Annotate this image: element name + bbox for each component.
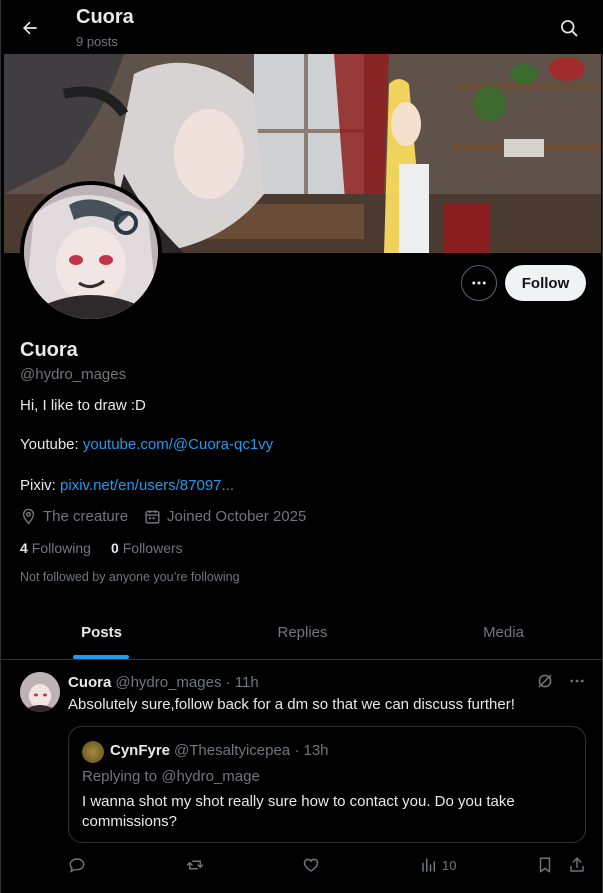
joined-text: Joined October 2025	[167, 508, 307, 525]
tab-replies[interactable]: Replies	[202, 604, 403, 660]
like-icon	[303, 858, 319, 872]
followers-count: 0	[110, 540, 119, 556]
share-icon	[570, 857, 584, 872]
quote-author-name: CynFyre	[110, 742, 171, 759]
profile-header: Cuora 9 posts	[1, 0, 603, 54]
header-post-count: 9 posts	[76, 34, 118, 49]
profile-location: The creature	[20, 508, 128, 525]
search-button[interactable]	[552, 11, 586, 45]
share-button[interactable]	[568, 856, 586, 874]
calendar-icon	[145, 510, 160, 524]
post-avatar-artwork	[20, 672, 60, 712]
profile-name: Cuora	[20, 339, 78, 361]
youtube-label: Youtube:	[20, 436, 79, 453]
search-icon	[561, 20, 578, 37]
post-header: Cuora @hydro_mages · 11h	[68, 674, 259, 691]
bookmark-icon	[539, 857, 551, 873]
reply-icon	[69, 858, 85, 873]
bookmark-button[interactable]	[536, 856, 554, 874]
grok-icon[interactable]	[536, 672, 554, 690]
quote-avatar	[82, 741, 104, 763]
not-followed-note: Not followed by anyone you’re following	[20, 570, 240, 584]
avatar-image	[24, 185, 158, 319]
back-arrow-icon	[23, 21, 37, 35]
post-item[interactable]: Cuora @hydro_mages · 11h Absolutely sure…	[1, 660, 603, 893]
post-actions: 10	[68, 856, 588, 878]
quote-replying-to: Replying to @hydro_mage	[82, 768, 260, 785]
post-avatar[interactable]	[20, 672, 60, 712]
active-tab-indicator	[73, 655, 129, 659]
post-handle-time: @hydro_mages · 11h	[115, 674, 259, 691]
profile-bio: Hi, I like to draw :D	[20, 397, 146, 414]
profile-joined: Joined October 2025	[144, 508, 306, 525]
quote-handle-time: @Thesaltyicepea · 13h	[174, 742, 329, 759]
page-frame: Cuora 9 posts Follow Cuora @hydro_mages …	[0, 0, 603, 893]
bio-youtube-line: Youtube: youtube.com/@Cuora-qc1vy	[20, 436, 273, 453]
views-count: 10	[442, 857, 457, 873]
followers-count-link[interactable]: 0 Followers	[111, 540, 183, 556]
following-label: Following	[31, 540, 91, 556]
following-count: 4	[20, 540, 28, 556]
pixiv-label: Pixiv:	[20, 477, 56, 494]
post-author-name[interactable]: Cuora	[68, 674, 111, 691]
repost-button[interactable]	[186, 856, 204, 874]
more-icon[interactable]	[568, 672, 586, 690]
location-icon	[22, 508, 35, 525]
profile-meta: The creature Joined October 2025	[20, 508, 322, 525]
profile-avatar[interactable]	[20, 181, 162, 323]
quote-header: CynFyre @Thesaltyicepea · 13h	[110, 742, 329, 759]
following-count-link[interactable]: 4 Following	[20, 540, 91, 556]
location-text: The creature	[43, 508, 129, 525]
post-top-icons	[536, 672, 586, 690]
like-button[interactable]	[302, 856, 320, 874]
more-icon	[472, 281, 486, 285]
header-title: Cuora	[76, 6, 134, 28]
quoted-post[interactable]: CynFyre @Thesaltyicepea · 13h Replying t…	[68, 726, 586, 843]
tab-media[interactable]: Media	[403, 604, 603, 660]
views-button[interactable]: 10	[420, 856, 456, 874]
repost-icon	[186, 860, 204, 870]
followers-label: Followers	[122, 540, 183, 556]
views-icon	[422, 858, 435, 872]
youtube-link[interactable]: youtube.com/@Cuora-qc1vy	[83, 436, 273, 453]
quote-text: I wanna shot my shot really sure how to …	[82, 793, 515, 830]
follow-button[interactable]: Follow	[505, 265, 586, 301]
follow-counts: 4 Following 0 Followers	[20, 540, 203, 556]
profile-handle: @hydro_mages	[20, 366, 127, 383]
more-options-button[interactable]	[461, 265, 497, 301]
bio-pixiv-line: Pixiv: pixiv.net/en/users/87097...	[20, 477, 234, 494]
pixiv-link[interactable]: pixiv.net/en/users/87097...	[60, 477, 234, 494]
back-button[interactable]	[13, 11, 47, 45]
reply-button[interactable]	[68, 856, 86, 874]
post-text: Absolutely sure,follow back for a dm so …	[68, 696, 515, 713]
avatar-artwork	[24, 185, 158, 319]
tab-posts[interactable]: Posts	[1, 604, 202, 660]
profile-tabs: Posts Replies Media	[1, 604, 603, 660]
